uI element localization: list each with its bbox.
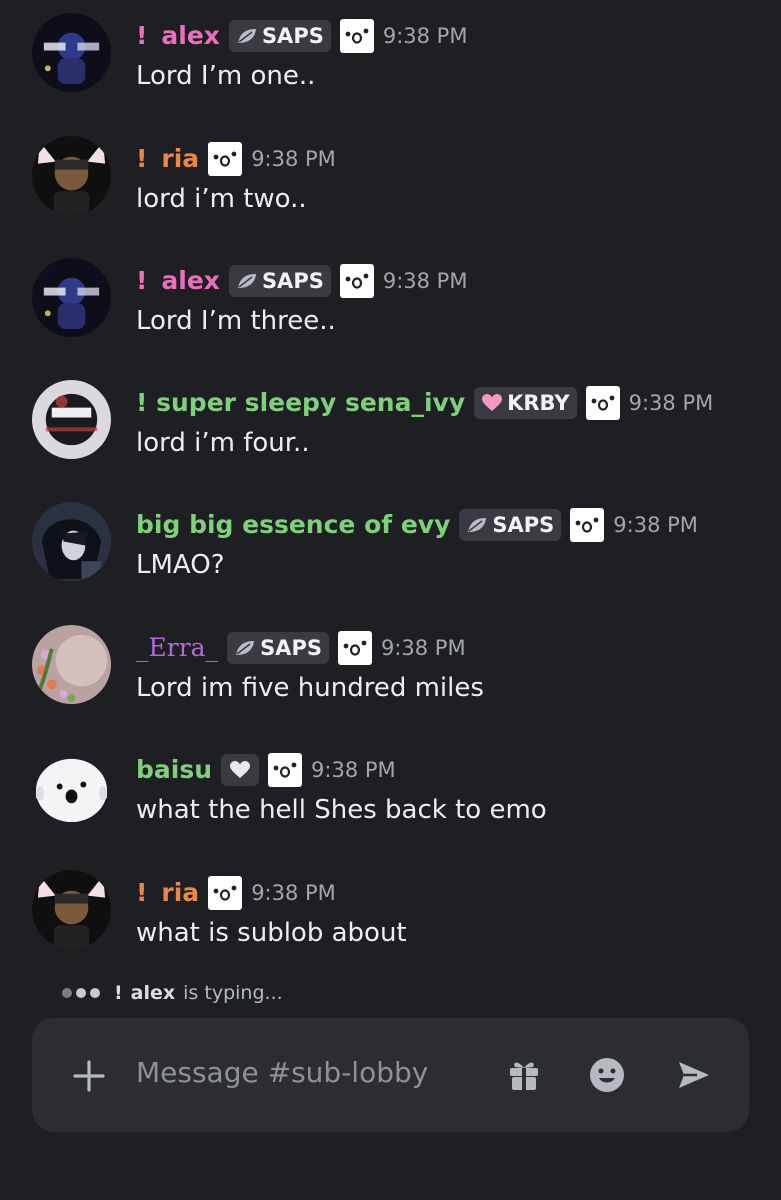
face-badge-icon[interactable] [208, 876, 243, 910]
username[interactable]: baisu [136, 752, 212, 788]
leaf-icon [236, 272, 258, 290]
avatar[interactable] [32, 136, 111, 215]
gift-icon[interactable] [506, 1056, 542, 1092]
face-badge-icon[interactable] [339, 264, 374, 298]
avatar[interactable] [32, 258, 111, 337]
face-badge-icon[interactable] [570, 508, 605, 542]
face-badge-icon[interactable] [208, 142, 243, 176]
typing-user: alex [130, 982, 176, 1004]
message-item[interactable]: big big essence of evy SAPS 9:38 PM LMAO… [0, 489, 781, 599]
plus-icon[interactable] [72, 1059, 106, 1093]
typing-dots-icon [62, 988, 100, 998]
tag-label: SAPS [261, 269, 324, 293]
avatar[interactable] [32, 13, 111, 92]
face-badge-icon[interactable] [337, 631, 372, 665]
message-input[interactable]: Message #sub-lobby [136, 1056, 428, 1089]
send-icon[interactable] [675, 1056, 713, 1094]
avatar[interactable] [32, 625, 111, 704]
timestamp: 9:38 PM [380, 636, 466, 660]
timestamp: 9:38 PM [251, 881, 336, 905]
server-tag[interactable]: SAPS [227, 632, 329, 664]
username[interactable]: ! ria [136, 141, 199, 177]
avatar[interactable] [32, 502, 111, 581]
timestamp: 9:38 PM [382, 269, 468, 293]
tag-label: SAPS [492, 513, 555, 537]
message-item[interactable]: ! ria 9:38 PM lord i’m two.. [0, 123, 781, 233]
username[interactable]: ! super sleepy sena_ivy [136, 385, 465, 421]
timestamp: 9:38 PM [251, 147, 336, 171]
message-item[interactable]: ! ria 9:38 PM what is sublob about [0, 857, 781, 967]
server-tag[interactable] [221, 754, 260, 786]
avatar[interactable] [32, 747, 111, 826]
message-text: lord i’m two.. [136, 184, 307, 214]
typing-indicator: ! alex is typing... [62, 982, 283, 1004]
server-tag[interactable]: SAPS [459, 509, 562, 541]
timestamp: 9:38 PM [613, 513, 698, 537]
message-text: what the hell Shes back to emo [136, 795, 547, 825]
username[interactable]: ! alex [136, 18, 220, 54]
emoji-icon[interactable] [588, 1056, 626, 1094]
leaf-icon [466, 516, 488, 534]
username[interactable]: ! ria [136, 875, 199, 911]
username[interactable]: ! alex [136, 263, 220, 299]
message-composer[interactable]: Message #sub-lobby [32, 1018, 749, 1132]
message-item[interactable]: ! alex SAPS 9:38 PM Lord I’m one.. [0, 0, 781, 110]
face-badge-icon[interactable] [339, 19, 374, 53]
tag-label: KRBY [507, 391, 570, 415]
message-text: LMAO? [136, 550, 225, 580]
face-badge-icon[interactable] [585, 386, 620, 420]
username[interactable]: _Erra_ [136, 630, 218, 666]
leaf-icon [236, 27, 258, 45]
heart-icon [481, 393, 503, 413]
message-text: lord i’m four.. [136, 428, 310, 458]
typing-prefix: ! [114, 982, 123, 1004]
avatar[interactable] [32, 870, 111, 949]
timestamp: 9:38 PM [628, 391, 714, 415]
typing-text: is typing... [183, 982, 283, 1004]
message-text: Lord im five hundred miles [136, 673, 484, 703]
username[interactable]: big big essence of evy [136, 507, 450, 543]
server-tag[interactable]: KRBY [474, 387, 577, 419]
message-item[interactable]: baisu 9:38 PM what the hell Shes back to… [0, 734, 781, 844]
tag-label: SAPS [260, 636, 322, 660]
message-text: what is sublob about [136, 918, 407, 948]
timestamp: 9:38 PM [382, 24, 468, 48]
server-tag[interactable]: SAPS [228, 265, 331, 297]
message-item[interactable]: ! alex SAPS 9:38 PM Lord I’m three.. [0, 245, 781, 355]
message-item[interactable]: ! super sleepy sena_ivy KRBY 9:38 PM lor… [0, 367, 781, 477]
tag-label: SAPS [261, 24, 324, 48]
avatar[interactable] [32, 380, 111, 459]
message-text: Lord I’m three.. [136, 306, 336, 336]
message-list[interactable]: ! alex SAPS 9:38 PM Lord I’m one.. ! ria 9… [0, 0, 781, 980]
message-text: Lord I’m one.. [136, 61, 316, 91]
message-item[interactable]: _Erra_ SAPS 9:38 PM Lord im five hundred… [0, 612, 781, 722]
leaf-icon [234, 639, 256, 657]
heart-icon [228, 760, 252, 780]
timestamp: 9:38 PM [311, 758, 396, 782]
face-badge-icon[interactable] [268, 753, 303, 787]
server-tag[interactable]: SAPS [228, 20, 331, 52]
